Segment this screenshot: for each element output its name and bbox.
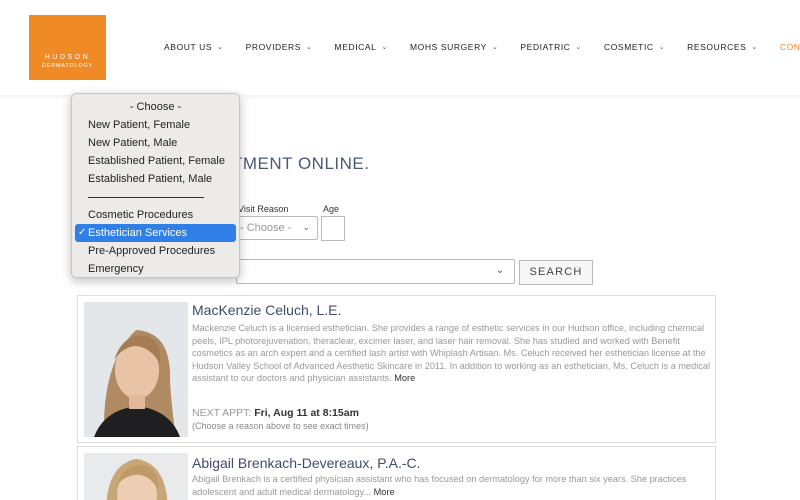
- chevron-down-icon: ⌄: [658, 44, 666, 51]
- nav-label: PEDIATRIC: [520, 42, 571, 52]
- nav-label: ABOUT US: [164, 42, 213, 52]
- hudson-dermatology-logo[interactable]: HUDSON DERMATOLOGY: [29, 15, 106, 80]
- chevron-down-icon: ⌄: [751, 44, 758, 51]
- chevron-down-icon: ⌄: [495, 265, 504, 276]
- nav-contact[interactable]: CONTACT⌄: [780, 42, 800, 52]
- visit-reason-dropdown-menu: - Choose - New Patient, Female New Patie…: [71, 93, 240, 278]
- chevron-down-icon: ⌄: [575, 44, 582, 51]
- dropdown-option-esthetician-services[interactable]: ✓ Esthetician Services: [75, 224, 236, 242]
- dropdown-option-established-patient-male[interactable]: Established Patient, Male: [72, 170, 239, 188]
- chevron-down-icon: ⌄: [491, 44, 499, 51]
- nav-providers[interactable]: PROVIDERS ⌄: [246, 42, 313, 52]
- nav-cosmetic[interactable]: COSMETIC ⌄: [604, 42, 665, 52]
- provider-card: MacKenzie Celuch, L.E. Mackenzie Celuch …: [77, 295, 716, 443]
- provider-bio: Mackenzie Celuch is a licensed esthetici…: [192, 322, 712, 385]
- more-link[interactable]: More: [394, 373, 415, 383]
- nav-label: CONTACT: [779, 42, 800, 52]
- age-label: Age: [323, 204, 340, 214]
- age-input[interactable]: [321, 216, 345, 241]
- nav-label: MOHS SURGERY: [409, 42, 487, 52]
- nav-label: PROVIDERS: [245, 42, 302, 52]
- site-header: HUDSON DERMATOLOGY ABOUT US ⌄ PROVIDERS ⌄ …: [0, 0, 800, 95]
- logo-line-2: DERMATOLOGY: [41, 63, 94, 69]
- visit-reason-value: - Choose -: [240, 222, 292, 234]
- dropdown-option-new-patient-male[interactable]: New Patient, Male: [72, 134, 239, 152]
- next-appointment: NEXT APPT: Fri, Aug 11 at 8:15am: [192, 407, 359, 419]
- provider-card: Abigail Brenkach-Devereaux, P.A.-C. Abig…: [77, 446, 716, 500]
- visit-reason-select[interactable]: - Choose - ⌄: [236, 216, 318, 240]
- nav-mohs-surgery[interactable]: MOHS SURGERY ⌄: [410, 42, 498, 52]
- provider-photo[interactable]: [84, 453, 188, 500]
- provider-portrait-image: [84, 453, 188, 500]
- dropdown-option-choose[interactable]: - Choose -: [72, 98, 239, 116]
- appointment-note: (Choose a reason above to see exact time…: [192, 421, 369, 431]
- nav-label: COSMETIC: [603, 42, 654, 52]
- dropdown-option-emergency[interactable]: Emergency: [72, 260, 239, 278]
- provider-name[interactable]: MacKenzie Celuch, L.E.: [192, 302, 341, 318]
- main-nav: ABOUT US ⌄ PROVIDERS ⌄ MEDICAL ⌄ MOHS SURGE…: [164, 42, 800, 52]
- nav-label: MEDICAL: [334, 42, 377, 52]
- dropdown-option-label: Esthetician Services: [88, 227, 188, 239]
- dropdown-option-pre-approved-procedures[interactable]: Pre-Approved Procedures: [72, 242, 239, 260]
- next-appt-label: NEXT APPT:: [192, 407, 252, 419]
- nav-resources[interactable]: RESOURCES ⌄: [687, 42, 758, 52]
- chevron-down-icon: ⌄: [381, 44, 388, 51]
- nav-about-us[interactable]: ABOUT US ⌄: [164, 42, 224, 52]
- provider-name[interactable]: Abigail Brenkach-Devereaux, P.A.-C.: [192, 455, 421, 471]
- provider-bio-text: Abigail Brenkach is a certified physicia…: [192, 474, 687, 497]
- visit-reason-label: Visit Reason: [238, 204, 289, 214]
- nav-label: RESOURCES: [687, 42, 747, 52]
- search-button[interactable]: SEARCH: [519, 260, 593, 285]
- page-heading: TMENT ONLINE.: [232, 154, 370, 173]
- dropdown-separator: [72, 188, 239, 206]
- chevron-down-icon: ⌄: [302, 222, 310, 232]
- next-appt-value[interactable]: Fri, Aug 11 at 8:15am: [254, 407, 359, 419]
- dropdown-option-cosmetic-procedures[interactable]: Cosmetic Procedures: [72, 206, 239, 224]
- provider-photo[interactable]: [84, 302, 188, 437]
- location-select[interactable]: ⌄: [236, 259, 515, 284]
- logo-line-1: HUDSON: [44, 54, 91, 61]
- dropdown-option-new-patient-female[interactable]: New Patient, Female: [72, 116, 239, 134]
- provider-bio: Abigail Brenkach is a certified physicia…: [192, 473, 712, 498]
- dropdown-option-established-patient-female[interactable]: Established Patient, Female: [72, 152, 239, 170]
- provider-bio-text: Mackenzie Celuch is a licensed esthetici…: [192, 323, 711, 383]
- nav-pediatric[interactable]: PEDIATRIC ⌄: [520, 42, 582, 52]
- nav-medical[interactable]: MEDICAL ⌄: [335, 42, 388, 52]
- provider-portrait-image: [84, 302, 188, 437]
- checkmark-icon: ✓: [78, 227, 87, 238]
- more-link[interactable]: More: [374, 487, 395, 497]
- chevron-down-icon: ⌄: [217, 44, 224, 51]
- chevron-down-icon: ⌄: [306, 44, 313, 51]
